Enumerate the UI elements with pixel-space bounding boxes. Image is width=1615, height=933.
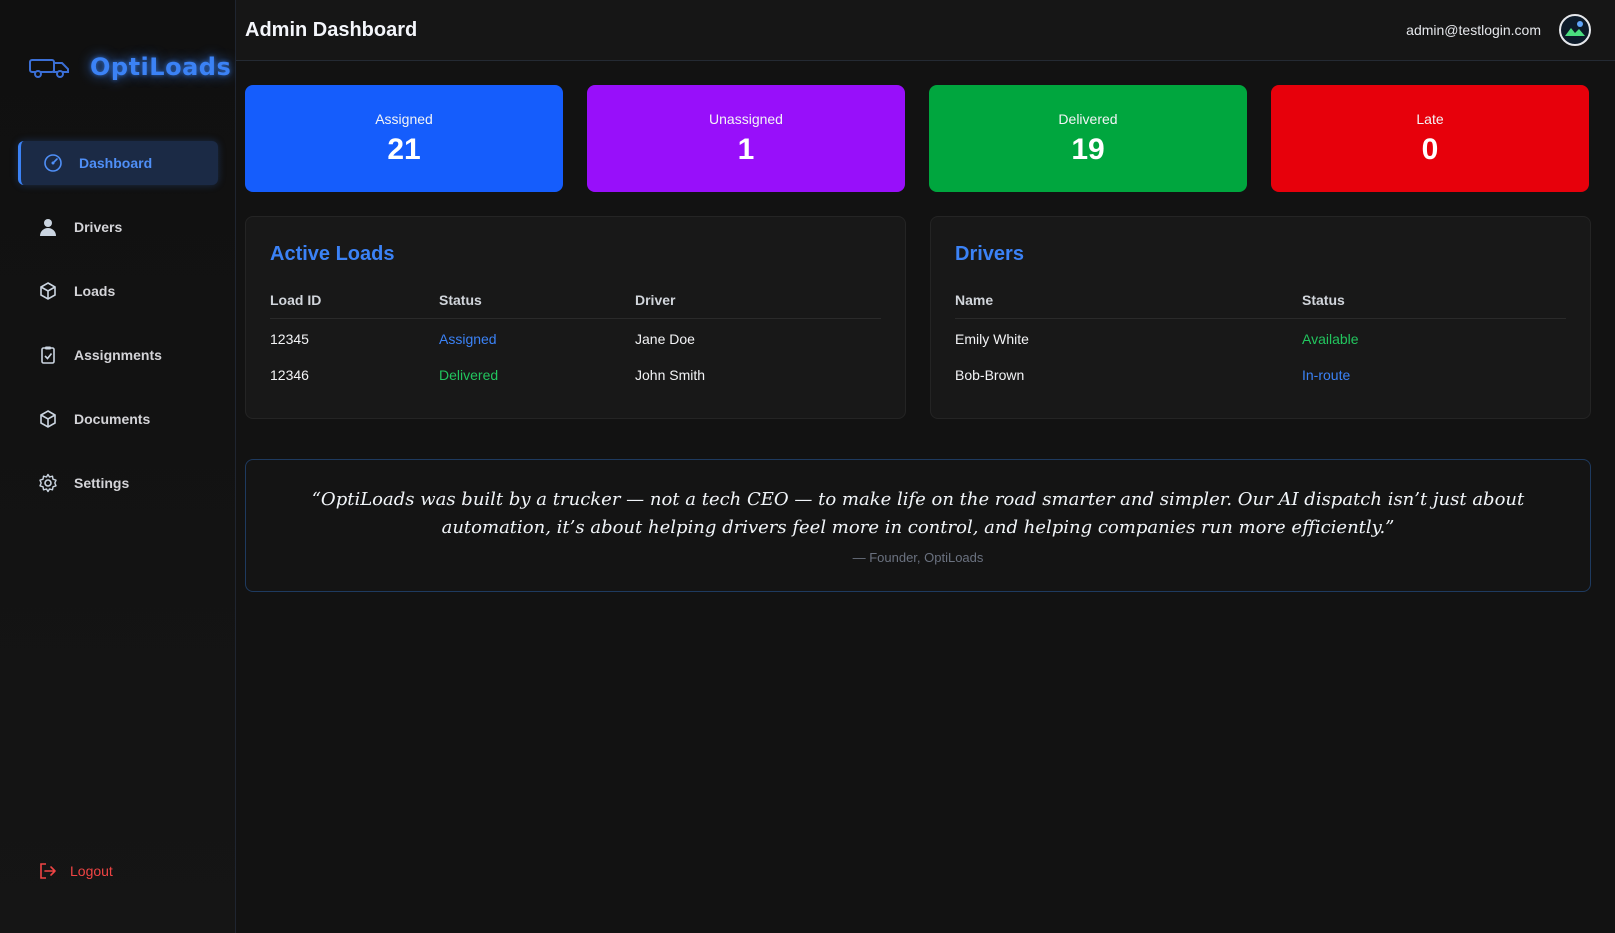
stat-label: Unassigned <box>709 110 783 127</box>
stat-label: Delivered <box>1058 110 1118 127</box>
stat-card-assigned[interactable]: Assigned 21 <box>245 85 563 192</box>
page-title: Admin Dashboard <box>245 18 418 41</box>
gauge-icon <box>43 153 63 173</box>
sidebar-nav: Dashboard Drivers Loads Assignments Docu… <box>0 141 238 525</box>
app-root: OptiLoads Dashboard Drivers Loads Assign… <box>0 0 1615 933</box>
sidebar: OptiLoads Dashboard Drivers Loads Assign… <box>0 0 236 933</box>
sidebar-item-label: Documents <box>74 411 151 427</box>
drivers-panel: Drivers Name Status Emily White Availabl… <box>930 216 1591 419</box>
load-status: Assigned <box>439 330 497 347</box>
driver-name: Emily White <box>955 330 1029 347</box>
clipboard-check-icon <box>38 345 58 365</box>
sidebar-item-documents[interactable]: Documents <box>18 397 218 441</box>
quote-text: “OptiLoads was built by a trucker — not … <box>311 489 1525 538</box>
load-id: 12346 <box>270 366 309 383</box>
stat-card-unassigned[interactable]: Unassigned 1 <box>587 85 905 192</box>
sidebar-item-label: Drivers <box>74 219 123 235</box>
sidebar-item-label: Settings <box>74 475 130 491</box>
table-row[interactable]: Bob-Brown In-route <box>955 355 1566 391</box>
sidebar-item-label: Loads <box>74 283 116 299</box>
table-row[interactable]: 12346 Delivered John Smith <box>270 355 881 391</box>
driver-status: Available <box>1302 330 1359 347</box>
active-loads-panel: Active Loads Load ID Status Driver 12345… <box>245 216 906 419</box>
sidebar-item-assignments[interactable]: Assignments <box>18 333 218 377</box>
stat-card-delivered[interactable]: Delivered 19 <box>929 85 1247 192</box>
topbar: Admin Dashboard admin@testlogin.com <box>236 0 1615 61</box>
active-loads-table: Load ID Status Driver 12345 Assigned Jan… <box>270 292 881 391</box>
stat-label: Assigned <box>375 110 433 127</box>
column-header: Name <box>955 292 1302 319</box>
sidebar-item-drivers[interactable]: Drivers <box>18 205 218 249</box>
stat-value: 0 <box>1421 132 1439 166</box>
load-driver: John Smith <box>635 366 706 383</box>
drivers-table: Name Status Emily White Available Bob-Br… <box>955 292 1566 391</box>
stat-value: 21 <box>387 132 421 166</box>
main-content: Admin Dashboard admin@testlogin.com Assi… <box>236 0 1615 933</box>
user-icon <box>38 217 58 237</box>
user-email: admin@testlogin.com <box>1406 22 1541 38</box>
box-icon <box>38 281 58 301</box>
driver-name: Bob-Brown <box>955 366 1025 383</box>
table-header-row: Name Status <box>955 292 1566 319</box>
truck-icon <box>28 54 72 80</box>
table-row[interactable]: Emily White Available <box>955 319 1566 355</box>
brand[interactable]: OptiLoads <box>0 0 235 100</box>
avatar[interactable] <box>1559 14 1591 46</box>
table-row[interactable]: 12345 Assigned Jane Doe <box>270 319 881 355</box>
stat-label: Late <box>1416 110 1444 127</box>
column-header: Status <box>439 292 635 319</box>
column-header: Status <box>1302 292 1566 319</box>
sidebar-item-dashboard[interactable]: Dashboard <box>18 141 218 185</box>
panels-row: Active Loads Load ID Status Driver 12345… <box>236 192 1615 419</box>
driver-status: In-route <box>1302 366 1351 383</box>
brand-name: OptiLoads <box>90 53 232 81</box>
load-status: Delivered <box>439 366 499 383</box>
stats-row: Assigned 21 Unassigned 1 Delivered 19 La… <box>236 61 1615 192</box>
sidebar-item-settings[interactable]: Settings <box>18 461 218 505</box>
stat-value: 1 <box>737 132 755 166</box>
load-driver: Jane Doe <box>635 330 695 347</box>
logout-icon <box>38 861 58 881</box>
column-header: Load ID <box>270 292 439 319</box>
panel-title: Active Loads <box>270 243 395 265</box>
sidebar-item-loads[interactable]: Loads <box>18 269 218 313</box>
founder-quote: “OptiLoads was built by a trucker — not … <box>245 459 1591 592</box>
sidebar-item-label: Dashboard <box>79 155 153 171</box>
panel-title: Drivers <box>955 243 1024 265</box>
column-header: Driver <box>635 292 881 319</box>
stat-value: 19 <box>1071 132 1105 166</box>
logout-label: Logout <box>70 863 113 879</box>
sidebar-item-label: Assignments <box>74 347 162 363</box>
load-id: 12345 <box>270 330 309 347</box>
quote-author: — Founder, OptiLoads <box>852 550 984 565</box>
box-icon <box>38 409 58 429</box>
gear-icon <box>38 473 58 493</box>
table-header-row: Load ID Status Driver <box>270 292 881 319</box>
logout-button[interactable]: Logout <box>38 861 113 881</box>
user-menu[interactable]: admin@testlogin.com <box>1406 14 1591 46</box>
stat-card-late[interactable]: Late 0 <box>1271 85 1589 192</box>
